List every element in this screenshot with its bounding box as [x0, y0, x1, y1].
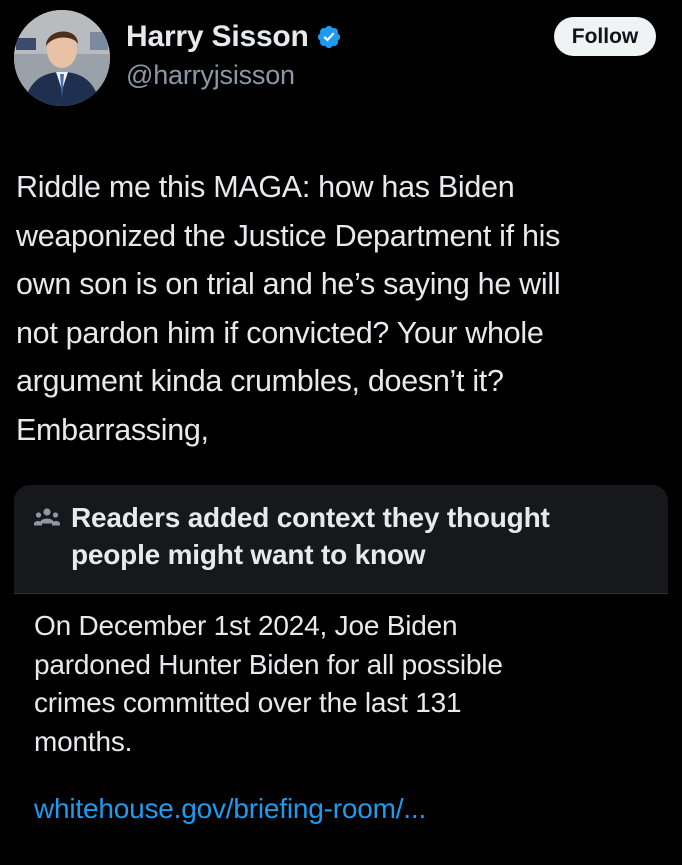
- community-note-body: On December 1st 2024, Joe Biden pardoned…: [14, 594, 668, 865]
- community-notes-icon: [34, 507, 60, 529]
- community-note-card: Readers added context they thought peopl…: [14, 485, 668, 865]
- tweet-text-line: weaponized the Justice Department if his: [16, 218, 561, 253]
- tweet-view: Harry Sisson @harryjsisson Follow Riddle…: [0, 0, 682, 865]
- tweet-text: Riddle me this MAGA: how has Biden weapo…: [16, 163, 668, 454]
- community-note-text-line: crimes committed over the last 131: [34, 687, 462, 718]
- tweet-text-line: Embarrassing,: [16, 412, 209, 447]
- community-note-text-line: pardoned Hunter Biden for all possible: [34, 648, 503, 680]
- community-note-text-line: months.: [34, 725, 133, 757]
- author-handle[interactable]: @harryjsisson: [126, 60, 295, 91]
- author-avatar[interactable]: [14, 10, 110, 106]
- follow-button[interactable]: Follow: [554, 17, 656, 56]
- community-note-title-line: people might want to know: [71, 539, 426, 570]
- tweet-text-line: own son is on trial and he’s saying he w…: [16, 267, 561, 301]
- author-display-name[interactable]: Harry Sisson: [126, 20, 309, 54]
- community-note-text-line: On December 1st 2024, Joe Biden: [34, 610, 458, 641]
- tweet-text-line: argument kinda crumbles, doesn’t it?: [16, 364, 504, 398]
- community-note-title-line: Readers added context they thought: [71, 502, 550, 533]
- community-note-title: Readers added context they thought peopl…: [71, 499, 651, 573]
- community-note-text: On December 1st 2024, Joe Biden pardoned…: [34, 607, 654, 761]
- verified-badge-icon: [316, 24, 342, 50]
- tweet-text-line: Riddle me this MAGA: how has Biden: [16, 170, 515, 204]
- community-note-header: Readers added context they thought peopl…: [14, 485, 668, 593]
- author-name-row: Harry Sisson: [126, 18, 342, 56]
- avatar-photo-icon: [14, 10, 110, 106]
- tweet-text-line: not pardon him if convicted? Your whole: [16, 315, 544, 350]
- community-note-source-link[interactable]: whitehouse.gov/briefing-room/...: [34, 793, 426, 825]
